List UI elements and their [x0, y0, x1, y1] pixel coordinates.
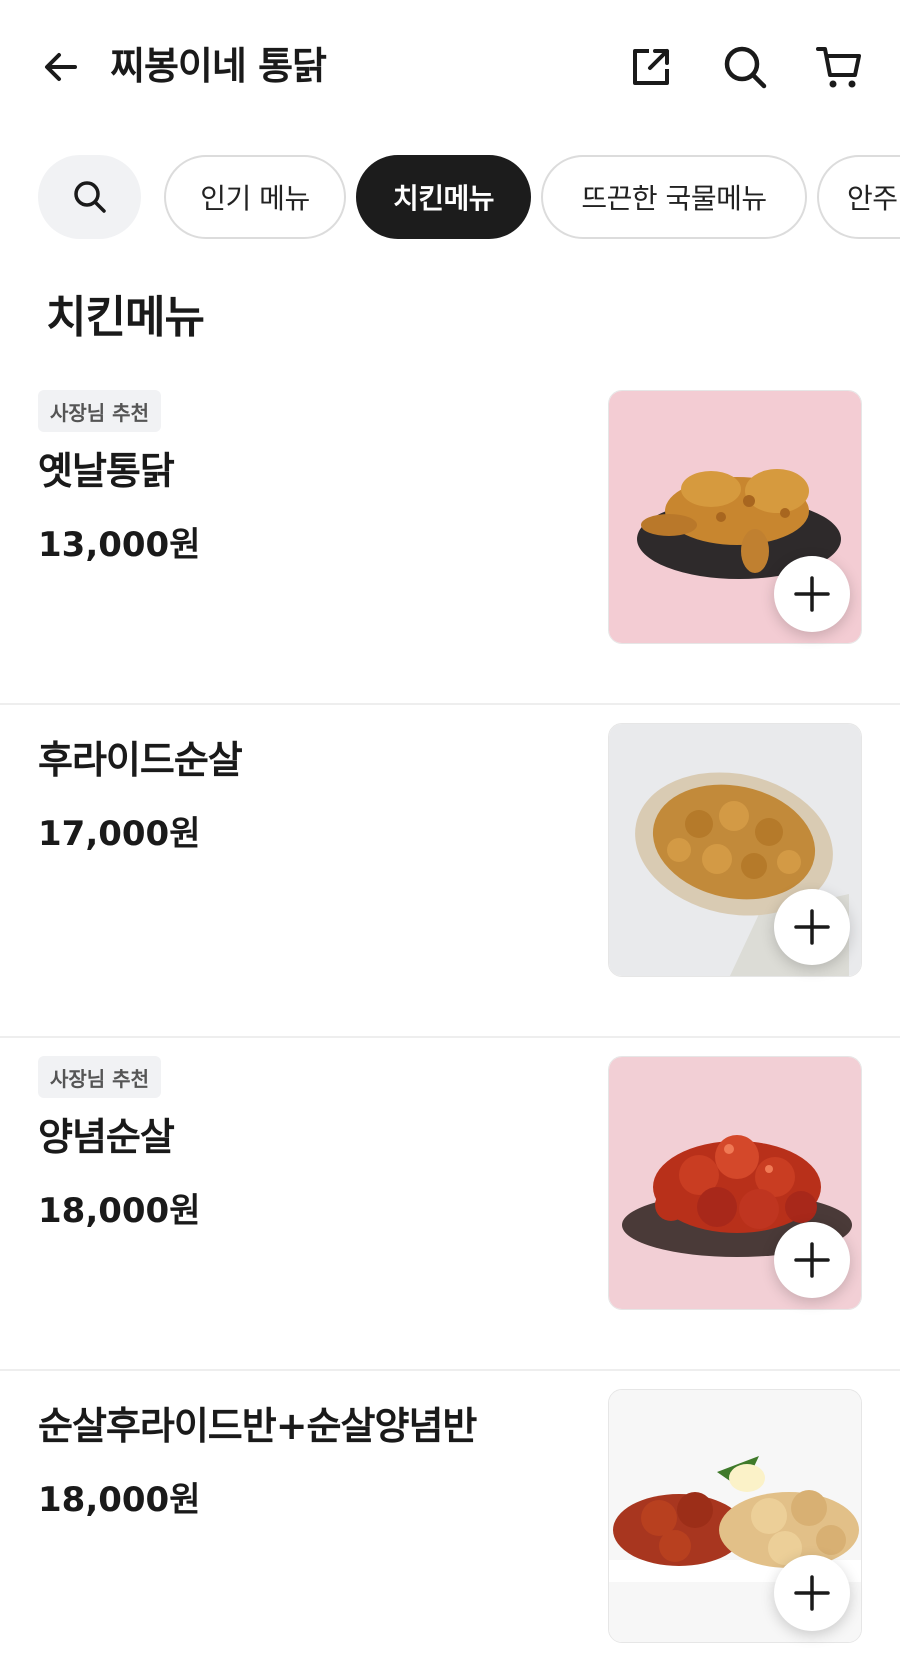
search-button[interactable]	[718, 40, 772, 94]
app-header: 찌봉이네 통닭	[0, 0, 900, 132]
add-to-cart-button[interactable]	[774, 1555, 850, 1631]
plus-icon	[794, 576, 830, 612]
menu-item-name: 순살후라이드반+순살양념반	[38, 1404, 477, 1448]
back-arrow-icon	[45, 53, 77, 81]
category-chip-chicken[interactable]: 치킨메뉴	[356, 155, 531, 239]
cart-button[interactable]	[812, 40, 866, 94]
menu-item-name: 양념순살	[38, 1115, 175, 1159]
menu-item[interactable]: 후라이드순살 17,000원	[0, 705, 900, 1038]
category-chip-popular[interactable]: 인기 메뉴	[164, 155, 346, 239]
menu-item-price: 13,000원	[38, 525, 201, 565]
menu-item-name: 후라이드순살	[38, 738, 243, 782]
store-title: 찌봉이네 통닭	[110, 44, 327, 88]
recommend-badge: 사장님 추천	[38, 1056, 161, 1098]
category-chip-soup[interactable]: 뜨끈한 국물메뉴	[541, 155, 807, 239]
category-chip-snacks[interactable]: 안주	[817, 155, 900, 239]
menu-item-price: 17,000원	[38, 814, 201, 854]
back-button[interactable]	[38, 44, 84, 90]
search-icon	[724, 46, 767, 89]
category-search-button[interactable]	[38, 155, 141, 239]
menu-item[interactable]: 사장님 추천 양념순살 18,000원	[0, 1038, 900, 1371]
plus-icon	[794, 1575, 830, 1611]
share-icon	[633, 49, 669, 85]
recommend-badge: 사장님 추천	[38, 390, 161, 432]
category-chip-bar: 인기 메뉴 치킨메뉴 뜨끈한 국물메뉴 안주	[0, 155, 900, 241]
menu-item[interactable]: 순살후라이드반+순살양념반 18,000원	[0, 1371, 900, 1679]
add-to-cart-button[interactable]	[774, 1222, 850, 1298]
plus-icon	[794, 1242, 830, 1278]
menu-item[interactable]: 사장님 추천 옛날통닭 13,000원	[0, 372, 900, 705]
section-title: 치킨메뉴	[46, 292, 205, 343]
menu-item-price: 18,000원	[38, 1480, 201, 1520]
add-to-cart-button[interactable]	[774, 889, 850, 965]
cart-icon	[816, 47, 861, 88]
share-button[interactable]	[624, 40, 678, 94]
plus-icon	[794, 909, 830, 945]
add-to-cart-button[interactable]	[774, 556, 850, 632]
menu-item-name: 옛날통닭	[38, 449, 175, 493]
search-icon	[73, 181, 106, 213]
menu-item-price: 18,000원	[38, 1191, 201, 1231]
